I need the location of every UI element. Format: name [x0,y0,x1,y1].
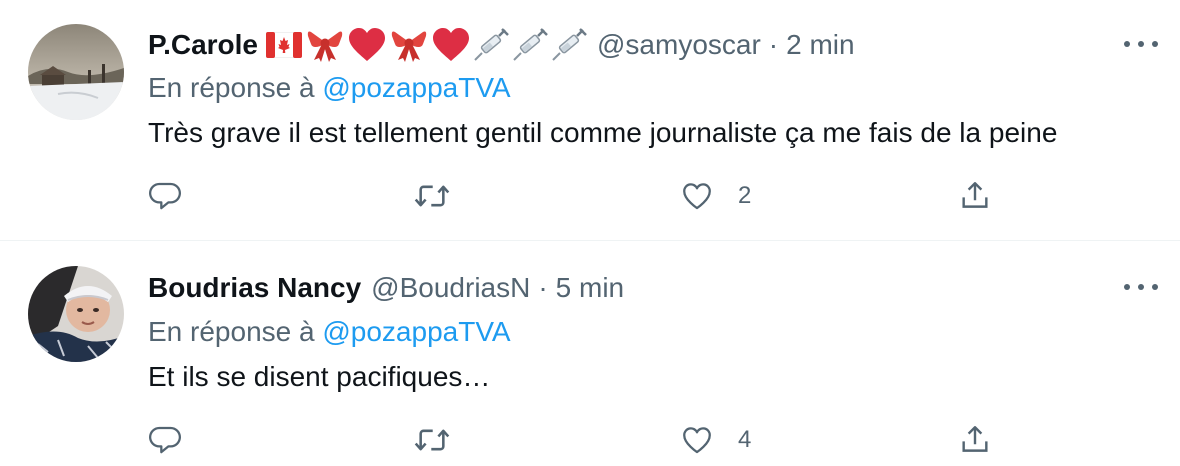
more-options-button[interactable] [1124,277,1158,297]
share-icon [962,426,988,452]
heart-outline-icon [683,183,711,210]
reply-icon [149,182,181,210]
like-button[interactable]: 4 [680,420,751,460]
share-button[interactable] [958,176,992,216]
retweet-button[interactable] [412,176,452,216]
more-dot [1152,41,1158,47]
tweet[interactable]: Boudrias Nancy @BoudriasN · 5 min En rép… [0,241,1180,466]
heart-outline-icon [683,427,711,454]
like-count: 2 [738,182,752,209]
separator-dot: · [538,272,548,303]
syringe-icon [474,28,509,61]
tweet-time[interactable]: 5 min [556,272,624,304]
reply-prefix: En réponse à [148,72,315,103]
like-count: 4 [738,426,752,453]
canada-flag-icon [266,32,302,58]
reply-mention-link[interactable]: @pozappaTVA [322,72,510,103]
more-dot [1124,284,1130,290]
tweet-text: Et ils se disent pacifiques… [148,361,491,392]
syringe-icon [513,28,548,61]
more-dot [1138,284,1144,290]
tweet-header: Boudrias Nancy @BoudriasN · 5 min [148,272,624,304]
syringe-icon [552,28,587,61]
more-dot [1124,41,1130,47]
tweet-text: Très grave il est tellement gentil comme… [148,117,1058,148]
red-heart-icon [433,28,469,61]
avatar[interactable] [28,266,124,362]
author-handle[interactable]: @BoudriasN [371,272,530,304]
ribbon-icon [391,31,427,62]
reply-button[interactable] [148,176,182,216]
retweet-icon [414,185,450,207]
share-button[interactable] [958,420,992,460]
ribbon-icon [307,31,343,62]
tweet[interactable]: P.Carole @samyoscar · 2 min En réponse à… [0,0,1180,241]
tweet-header: P.Carole @samyoscar · 2 min [148,28,855,62]
retweet-button[interactable] [412,420,452,460]
author-handle[interactable]: @samyoscar [597,29,761,61]
author-name[interactable]: Boudrias Nancy [148,272,361,304]
like-button[interactable]: 2 [680,176,751,216]
reply-context: En réponse à @pozappaTVA [148,316,511,348]
separator-dot: · [768,29,779,60]
name-emojis [266,28,587,62]
retweet-icon [414,429,450,451]
more-options-button[interactable] [1124,34,1158,54]
reply-prefix: En réponse à [148,316,315,347]
tweet-actions: 4 [148,420,1008,460]
reply-mention-link[interactable]: @pozappaTVA [322,316,510,347]
more-dot [1138,41,1144,47]
tweet-time[interactable]: 2 min [786,29,854,61]
share-icon [962,182,988,208]
reply-button[interactable] [148,420,182,460]
avatar[interactable] [28,24,124,120]
more-dot [1152,284,1158,290]
red-heart-icon [349,28,385,61]
reply-icon [149,426,181,454]
author-name[interactable]: P.Carole [148,29,258,61]
tweet-actions: 2 [148,176,1008,216]
reply-context: En réponse à @pozappaTVA [148,72,511,104]
